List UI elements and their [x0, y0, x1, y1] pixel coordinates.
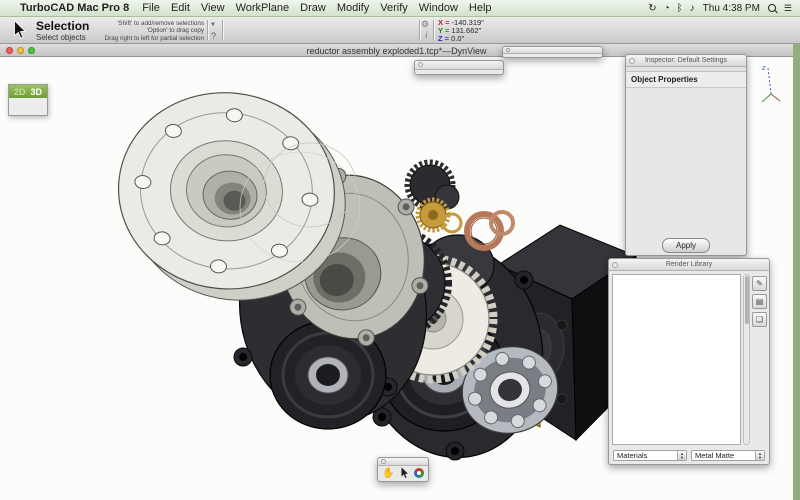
menu-modify[interactable]: Modify	[337, 2, 369, 14]
notification-center-icon[interactable]: ☰	[784, 3, 792, 14]
toolbar-divider	[433, 20, 434, 40]
menu-bar: TurboCAD Mac Pro 8 File Edit View WorkPlane…	[0, 0, 800, 17]
tool-hints: 'Shift' to add/remove selections 'Option…	[100, 20, 204, 42]
active-tool-title: Selection	[36, 19, 89, 33]
camera-toolbar-items	[415, 70, 503, 74]
z-coord-value: 0.0"	[451, 34, 464, 43]
close-icon[interactable]	[418, 62, 423, 67]
orbit-tool[interactable]	[414, 468, 424, 478]
spotlight-icon[interactable]	[768, 4, 776, 12]
volume-icon[interactable]: ♪	[690, 3, 695, 14]
menu-view[interactable]: View	[201, 2, 225, 14]
bluetooth-icon[interactable]: ᛒ	[677, 3, 683, 14]
material-grid-scrollbar[interactable]	[743, 274, 750, 445]
inspector-panel: Inspector: Default Settings Object Prope…	[625, 54, 747, 256]
material-edit-button[interactable]: ▤	[752, 294, 767, 309]
render-library-title: Render Library	[666, 261, 712, 268]
time-machine-icon[interactable]: ↻	[648, 3, 656, 14]
app-toolbar: Selection Select objects 'Shift' to add/…	[0, 17, 800, 44]
camera-toolbar-titlebar[interactable]	[415, 61, 503, 70]
apply-button[interactable]: Apply	[662, 238, 710, 253]
app-menu-title[interactable]: TurboCAD Mac Pro 8	[20, 2, 129, 14]
tool-flyout-arrow[interactable]: ▼	[210, 22, 216, 28]
z-coord-label: Z =	[438, 34, 449, 43]
seal-rings[interactable]	[467, 212, 513, 248]
tab-2d[interactable]: 2D	[14, 87, 26, 97]
toolbar-divider	[222, 20, 223, 40]
library-category-select[interactable]: Materials ▲▼	[613, 450, 687, 461]
close-icon[interactable]	[612, 262, 618, 268]
axis-z-label: z	[761, 65, 766, 72]
palette-rows	[9, 98, 47, 115]
inspector-titlebar[interactable]: Inspector: Default Settings	[626, 55, 746, 67]
inspector-section-label: Object Properties	[626, 72, 746, 88]
menu-verify[interactable]: Verify	[380, 2, 408, 14]
render-library-titlebar[interactable]: Render Library	[609, 259, 769, 271]
assemble-toolbar-items	[503, 54, 602, 57]
scrollbar-thumb[interactable]	[745, 276, 749, 324]
assemble-toolbar-titlebar[interactable]	[503, 47, 602, 54]
nav-toolbar-items: ✋	[378, 466, 428, 481]
menu-draw[interactable]: Draw	[300, 2, 326, 14]
nav-toolbar-titlebar[interactable]	[378, 458, 428, 466]
coordinate-readout: X = -140.319" Y = 131.662" Z = 0.0"	[438, 19, 484, 44]
menu-edit[interactable]: Edit	[171, 2, 190, 14]
material-new-button[interactable]: ✎	[752, 276, 767, 291]
material-copy-button[interactable]: ❏	[752, 312, 767, 327]
assemble-toolbar	[502, 46, 603, 58]
inspector-body	[626, 88, 746, 235]
pan-hand-tool[interactable]: ✋	[382, 468, 394, 479]
inspector-footer: Apply	[626, 235, 746, 255]
menu-items: File Edit View WorkPlane Draw Modify Verify Win…	[142, 2, 502, 14]
selection-cursor-icon	[12, 20, 27, 40]
palette-mode-tabs: 2D 3D	[9, 85, 47, 98]
menu-workplane[interactable]: WorkPlane	[236, 2, 290, 14]
menu-window[interactable]: Window	[419, 2, 458, 14]
render-library-main: ✎ ▤ ❏	[609, 271, 769, 448]
menu-clock[interactable]: Thu 4:38 PM	[703, 3, 760, 14]
render-library-footer: Materials ▲▼ Metal Matte ▲▼	[609, 448, 769, 464]
display-icon[interactable]: ◔	[664, 3, 670, 14]
menu-help[interactable]: Help	[469, 2, 492, 14]
close-icon[interactable]	[506, 48, 510, 52]
material-type-select[interactable]: Metal Matte ▲▼	[691, 450, 765, 461]
material-grid	[612, 274, 741, 445]
walk-cursor-tool[interactable]	[400, 467, 409, 479]
coords-gear-icon[interactable]: ⚙	[421, 19, 429, 30]
desktop: { "menu_bar": { "apple_icon": "", "app_n…	[0, 0, 800, 500]
tool-help-button[interactable]: ?	[211, 31, 216, 41]
toolbar-divider	[207, 20, 208, 40]
toolbar-divider	[419, 20, 420, 40]
menu-bar-status: ↻ ◔ ᛒ ♪ Thu 4:38 PM ☰	[648, 3, 792, 14]
dropdown-arrows-icon: ▲▼	[755, 451, 764, 460]
axis-indicator: z	[757, 60, 783, 106]
status-icons: ↻ ◔ ᛒ ♪	[648, 3, 694, 14]
dropdown-arrows-icon: ▲▼	[677, 451, 686, 460]
camera-toolbar	[414, 60, 504, 75]
close-icon[interactable]	[381, 459, 386, 464]
tab-3d[interactable]: 3D	[31, 87, 43, 97]
inspector-title: Inspector: Default Settings	[645, 57, 727, 64]
nav-toolbar: ✋	[377, 457, 429, 482]
close-icon[interactable]	[629, 58, 635, 64]
coords-info-icon[interactable]: i	[425, 30, 428, 40]
material-buttons: ✎ ▤ ❏	[752, 274, 766, 445]
palette-row	[9, 98, 47, 115]
menu-file[interactable]: File	[142, 2, 160, 14]
tool-palette: 2D 3D	[8, 84, 48, 116]
active-tool-description: Select objects	[36, 33, 86, 42]
render-library-panel: Render Library ✎ ▤ ❏ Materials ▲▼ Metal …	[608, 258, 770, 465]
